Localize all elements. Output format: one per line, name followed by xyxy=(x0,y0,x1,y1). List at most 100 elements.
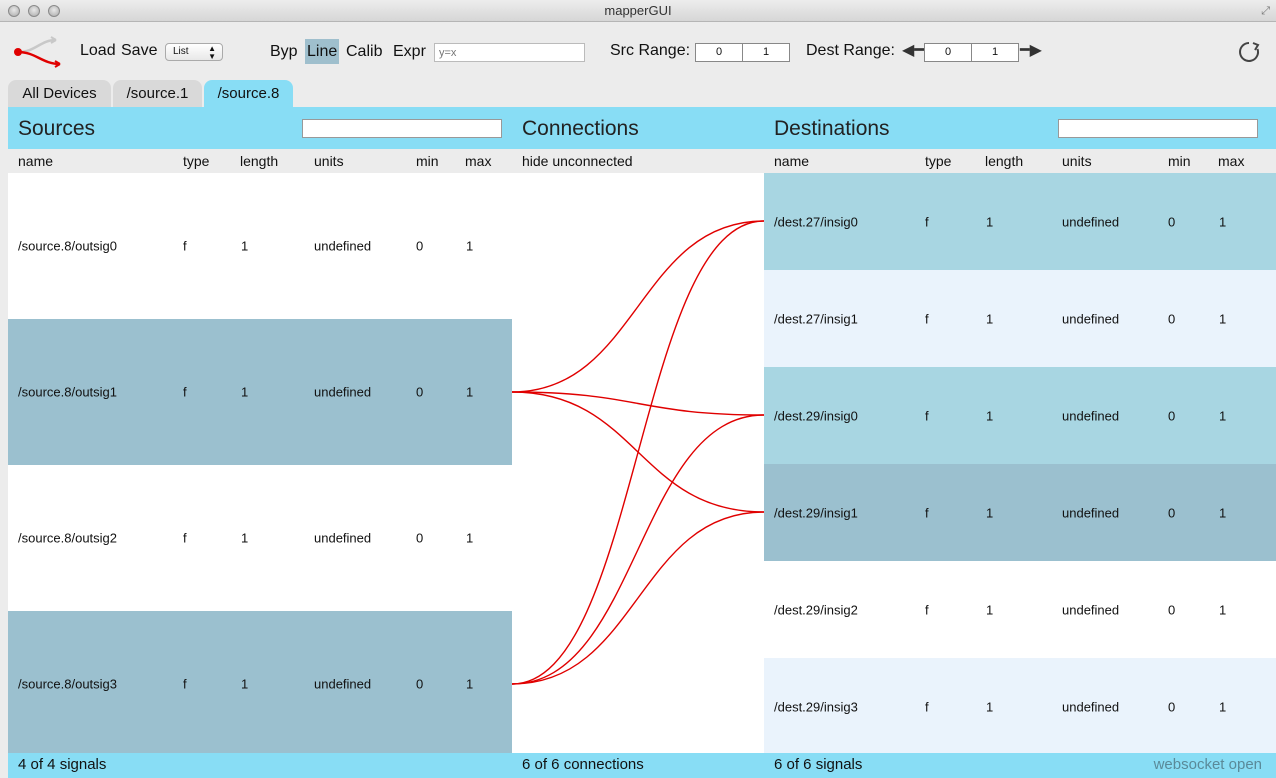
destinations-count: 6 of 6 signals xyxy=(774,756,863,773)
connection-line[interactable] xyxy=(512,511,764,685)
signal-min: 0 xyxy=(1168,699,1176,714)
signal-type: f xyxy=(925,214,929,229)
connections-count: 6 of 6 connections xyxy=(522,756,644,773)
signal-units: undefined xyxy=(314,676,372,692)
signal-length: 1 xyxy=(241,530,249,546)
signal-max: 1 xyxy=(466,530,474,546)
connection-line[interactable] xyxy=(512,391,764,416)
signal-length: 1 xyxy=(241,384,249,400)
connection-line[interactable] xyxy=(512,220,764,685)
signal-length: 1 xyxy=(986,699,994,714)
col-max[interactable]: max xyxy=(465,153,491,169)
mode-line-button[interactable]: Line xyxy=(305,39,340,64)
col-min[interactable]: min xyxy=(1168,153,1191,169)
select-arrows-icon: ▲ ▼ xyxy=(208,44,216,61)
arrow-right-icon[interactable]: ━▶ xyxy=(1020,41,1042,61)
signal-type: f xyxy=(183,676,187,692)
col-type[interactable]: type xyxy=(925,153,951,169)
signal-name: /source.8/outsig1 xyxy=(18,384,118,400)
signal-units: undefined xyxy=(314,238,372,254)
signal-row[interactable]: /dest.27/insig1 f 1 undefined 0 1 xyxy=(764,270,1276,367)
connections-footer: 6 of 6 connections xyxy=(512,753,764,778)
format-select[interactable]: List ▲ ▼ xyxy=(165,43,223,61)
signal-row[interactable]: /dest.29/insig3 f 1 undefined 0 1 xyxy=(764,658,1276,755)
signal-row[interactable]: /dest.29/insig1 f 1 undefined 0 1 xyxy=(764,464,1276,561)
col-min[interactable]: min xyxy=(416,153,439,169)
signal-name: /dest.27/insig1 xyxy=(774,311,858,326)
connections-canvas[interactable] xyxy=(512,173,764,753)
close-window-button[interactable] xyxy=(8,5,20,17)
signal-type: f xyxy=(925,602,929,617)
save-button[interactable]: Save xyxy=(121,42,157,60)
load-button[interactable]: Load xyxy=(80,42,116,60)
tab-source-1[interactable]: /source.1 xyxy=(113,80,202,107)
arrow-left-icon[interactable]: ◀━ xyxy=(902,41,924,61)
toolbar: Load Save List ▲▼ Byp Line Calib Expr Sr… xyxy=(0,22,1276,80)
destinations-list: /dest.27/insig0 f 1 undefined 0 1/dest.27/ins… xyxy=(764,173,1276,755)
websocket-status: websocket open xyxy=(1153,756,1262,773)
signal-units: undefined xyxy=(1062,699,1120,714)
sources-filter-input[interactable] xyxy=(302,119,502,138)
destinations-filter-input[interactable] xyxy=(1058,119,1258,138)
signal-row[interactable]: /source.8/outsig3 f 1 undefined 0 1 xyxy=(8,611,512,757)
zoom-window-button[interactable] xyxy=(48,5,60,17)
signal-name: /source.8/outsig3 xyxy=(18,676,118,692)
refresh-icon[interactable] xyxy=(1237,40,1261,64)
signal-row[interactable]: /dest.29/insig0 f 1 undefined 0 1 xyxy=(764,367,1276,464)
signal-type: f xyxy=(183,238,187,254)
signal-units: undefined xyxy=(314,530,372,546)
sources-footer: 4 of 4 signals xyxy=(8,753,512,778)
connection-line[interactable] xyxy=(512,220,764,393)
col-units[interactable]: units xyxy=(314,153,344,169)
title-bar: mapperGUI ⤢ xyxy=(0,0,1276,22)
signal-row[interactable]: /source.8/outsig2 f 1 undefined 0 1 xyxy=(8,465,512,611)
sources-count: 4 of 4 signals xyxy=(18,756,107,773)
col-name[interactable]: name xyxy=(18,153,53,169)
fullscreen-icon[interactable]: ⤢ xyxy=(1261,4,1270,18)
minimize-window-button[interactable] xyxy=(28,5,40,17)
src-range-min-input[interactable]: 0 xyxy=(695,43,743,62)
signal-row[interactable]: /dest.27/insig0 f 1 undefined 0 1 xyxy=(764,173,1276,270)
col-type[interactable]: type xyxy=(183,153,209,169)
signal-row[interactable]: /source.8/outsig1 f 1 undefined 0 1 xyxy=(8,319,512,465)
mode-expr-button[interactable]: Expr xyxy=(391,39,428,64)
src-range-max-input[interactable]: 1 xyxy=(742,43,790,62)
col-units[interactable]: units xyxy=(1062,153,1092,169)
signal-name: /dest.27/insig0 xyxy=(774,214,858,229)
signal-min: 0 xyxy=(1168,505,1176,520)
signal-max: 1 xyxy=(1219,699,1227,714)
signal-units: undefined xyxy=(1062,505,1120,520)
tab-source-8[interactable]: /source.8 xyxy=(204,80,293,107)
signal-max: 1 xyxy=(1219,311,1227,326)
signal-max: 1 xyxy=(1219,602,1227,617)
signal-row[interactable]: /source.8/outsig0 f 1 undefined 0 1 xyxy=(8,173,512,319)
dest-range-min-input[interactable]: 0 xyxy=(924,43,972,62)
hide-unconnected-toggle[interactable]: hide unconnected xyxy=(522,153,633,169)
expression-input[interactable] xyxy=(434,43,585,62)
mode-calib-button[interactable]: Calib xyxy=(344,39,384,64)
signal-min: 0 xyxy=(416,530,424,546)
destinations-column-header: name type length units min max xyxy=(764,149,1276,173)
sources-list: /source.8/outsig0 f 1 undefined 0 1/source.8/… xyxy=(8,173,512,757)
format-select-value: List xyxy=(173,46,189,57)
signal-name: /source.8/outsig0 xyxy=(18,238,118,254)
signal-max: 1 xyxy=(1219,408,1227,423)
signal-type: f xyxy=(925,505,929,520)
signal-units: undefined xyxy=(1062,311,1120,326)
col-name[interactable]: name xyxy=(774,153,809,169)
signal-type: f xyxy=(925,699,929,714)
signal-min: 0 xyxy=(1168,408,1176,423)
mode-bypass-button[interactable]: Byp xyxy=(268,39,300,64)
connection-line[interactable] xyxy=(512,414,764,685)
signal-length: 1 xyxy=(986,505,994,520)
col-length[interactable]: length xyxy=(985,153,1023,169)
dest-range-max-input[interactable]: 1 xyxy=(971,43,1019,62)
tab-all-devices[interactable]: All Devices xyxy=(8,80,111,107)
connections-subheader: hide unconnected xyxy=(512,149,764,173)
signal-units: undefined xyxy=(1062,214,1120,229)
signal-length: 1 xyxy=(241,676,249,692)
signal-row[interactable]: /dest.29/insig2 f 1 undefined 0 1 xyxy=(764,561,1276,658)
col-max[interactable]: max xyxy=(1218,153,1244,169)
col-length[interactable]: length xyxy=(240,153,278,169)
signal-min: 0 xyxy=(1168,311,1176,326)
